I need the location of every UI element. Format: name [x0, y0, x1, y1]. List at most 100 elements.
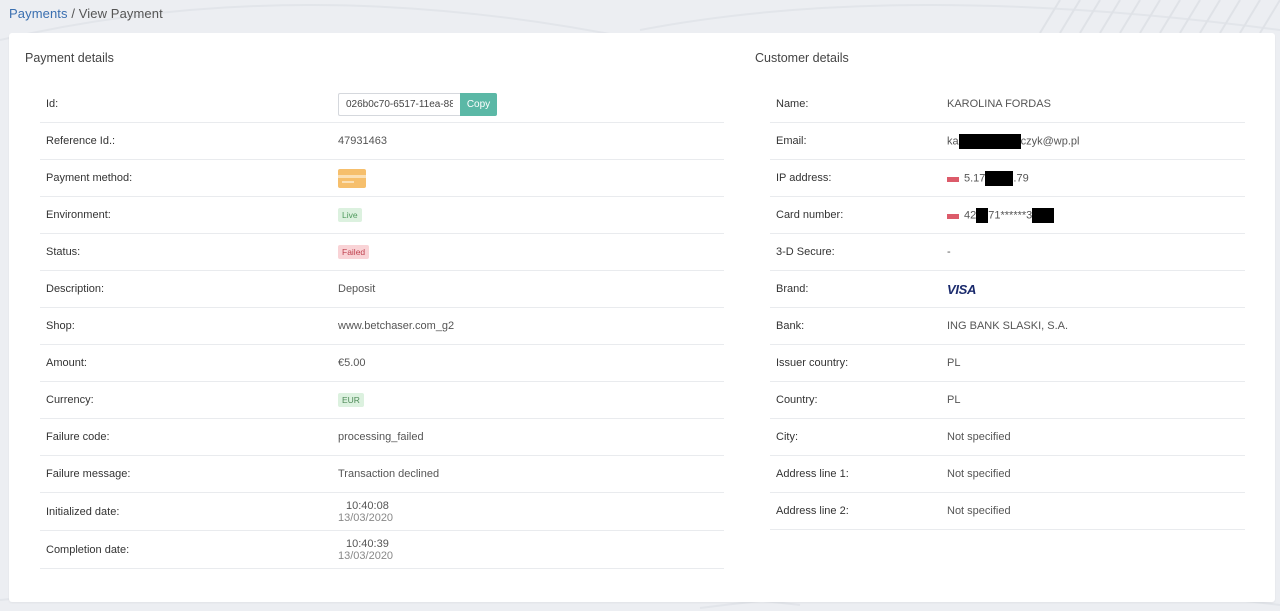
ip-suffix: .79 — [1013, 171, 1029, 184]
row-failure-code: Failure code: processing_failed — [40, 419, 724, 456]
row-address-line-1: Address line 1: Not specified — [770, 456, 1245, 493]
row-shop: Shop: www.betchaser.com_g2 — [40, 308, 724, 345]
email-value: ka czyk@wp.pl — [947, 133, 1080, 149]
row-currency: Currency: EUR — [40, 382, 724, 419]
city-value: Not specified — [947, 431, 1011, 443]
row-issuer-country: Issuer country: PL — [770, 345, 1245, 382]
initialized-time: 10:40:08 — [346, 499, 389, 512]
row-reference: Reference Id.: 47931463 — [40, 123, 724, 160]
completion-date: 13/03/2020 — [338, 549, 394, 562]
address-line-1-value: Not specified — [947, 468, 1011, 480]
environment-badge: Live — [338, 208, 362, 222]
row-completion-date: Completion date: 10:40:39 13/03/2020 — [40, 531, 724, 569]
row-brand: Brand: VISA — [770, 271, 1245, 308]
card-number-value: 42 71******3 — [947, 207, 1055, 223]
amount-value: €5.00 — [338, 357, 366, 369]
row-email: Email: ka czyk@wp.pl — [770, 123, 1245, 160]
copy-button[interactable]: Copy — [460, 92, 497, 116]
row-initialized-date: Initialized date: 10:40:08 13/03/2020 — [40, 493, 724, 531]
row-status: Status: Failed — [40, 234, 724, 271]
row-address-line-2: Address line 2: Not specified — [770, 493, 1245, 530]
row-city: City: Not specified — [770, 419, 1245, 456]
country-value: PL — [947, 394, 961, 406]
payment-card: Payment details Id: Copy Reference Id.: … — [9, 33, 1275, 602]
redaction-block — [1032, 207, 1055, 223]
row-bank: Bank: ING BANK SLASKI, S.A. — [770, 308, 1245, 345]
row-description: Description: Deposit — [40, 271, 724, 308]
address-line-2-label: Address line 2: — [776, 505, 849, 517]
email-label: Email: — [776, 135, 807, 147]
row-name: Name: KAROLINA FORDAS — [770, 86, 1245, 123]
issuer-country-value: PL — [947, 357, 961, 369]
address-line-1-label: Address line 1: — [776, 468, 849, 480]
card-number-label: Card number: — [776, 209, 844, 221]
failure-message-value: Transaction declined — [338, 468, 440, 480]
payment-details-table: Id: Copy Reference Id.: 47931463 Payment… — [40, 86, 724, 569]
poland-flag-icon — [947, 174, 959, 182]
visa-logo: VISA — [947, 281, 977, 297]
currency-badge: EUR — [338, 393, 364, 407]
ip-address-value: 5.17 .79 — [947, 170, 1029, 186]
redaction-block — [985, 170, 1014, 186]
email-suffix: czyk@wp.pl — [1020, 134, 1080, 147]
row-amount: Amount: €5.00 — [40, 345, 724, 382]
country-label: Country: — [776, 394, 818, 406]
breadcrumb-current: View Payment — [78, 6, 163, 21]
card-middle: 71******3 — [988, 208, 1033, 221]
credit-card-icon — [338, 168, 366, 188]
issuer-country-label: Issuer country: — [776, 357, 849, 369]
redaction-block — [976, 207, 989, 223]
initialized-date-value: 10:40:08 13/03/2020 — [338, 500, 393, 524]
name-value: KAROLINA FORDAS — [947, 98, 1051, 110]
completion-time: 10:40:39 — [346, 537, 389, 550]
payment-method-label: Payment method: — [46, 172, 133, 184]
address-line-2-value: Not specified — [947, 505, 1011, 517]
bank-value: ING BANK SLASKI, S.A. — [947, 320, 1069, 332]
id-label: Id: — [46, 98, 59, 110]
breadcrumb-separator: / — [67, 6, 79, 21]
breadcrumb: Payments / View Payment — [9, 6, 163, 21]
name-label: Name: — [776, 98, 809, 110]
reference-value: 47931463 — [338, 135, 387, 147]
initialized-date-label: Initialized date: — [46, 505, 120, 518]
failure-code-value: processing_failed — [338, 431, 424, 443]
poland-flag-icon — [947, 211, 959, 219]
currency-label: Currency: — [46, 394, 94, 406]
shop-value: www.betchaser.com_g2 — [338, 320, 455, 332]
row-id: Id: Copy — [40, 86, 724, 123]
reference-label: Reference Id.: — [46, 135, 116, 147]
id-field: Copy — [338, 92, 497, 116]
status-badge: Failed — [338, 245, 370, 259]
failure-message-label: Failure message: — [46, 468, 131, 480]
3d-secure-value: - — [947, 246, 951, 258]
payment-id-input[interactable] — [338, 92, 460, 116]
brand-label: Brand: — [776, 283, 809, 295]
ip-address-label: IP address: — [776, 172, 832, 184]
description-value: Deposit — [338, 283, 376, 295]
breadcrumb-payments-link[interactable]: Payments — [9, 6, 68, 21]
3d-secure-label: 3-D Secure: — [776, 246, 835, 258]
bank-label: Bank: — [776, 320, 805, 332]
city-label: City: — [776, 431, 798, 443]
row-payment-method: Payment method: — [40, 160, 724, 197]
shop-label: Shop: — [46, 320, 75, 332]
initialized-date: 13/03/2020 — [338, 511, 394, 524]
status-label: Status: — [46, 246, 81, 258]
card-prefix: 42 — [964, 208, 977, 221]
environment-label: Environment: — [46, 209, 111, 221]
ip-prefix: 5.17 — [964, 171, 986, 184]
row-ip-address: IP address: 5.17 .79 — [770, 160, 1245, 197]
redaction-block — [958, 133, 1021, 149]
customer-details-table: Name: KAROLINA FORDAS Email: ka czyk@wp.p… — [770, 86, 1245, 530]
row-failure-message: Failure message: Transaction declined — [40, 456, 724, 493]
amount-label: Amount: — [46, 357, 87, 369]
row-3d-secure: 3-D Secure: - — [770, 234, 1245, 271]
row-environment: Environment: Live — [40, 197, 724, 234]
payment-details-title: Payment details — [25, 51, 114, 65]
failure-code-label: Failure code: — [46, 431, 110, 443]
row-card-number: Card number: 42 71******3 — [770, 197, 1245, 234]
customer-details-title: Customer details — [755, 51, 849, 65]
completion-date-value: 10:40:39 13/03/2020 — [338, 538, 393, 562]
email-prefix: ka — [947, 134, 959, 147]
row-country: Country: PL — [770, 382, 1245, 419]
